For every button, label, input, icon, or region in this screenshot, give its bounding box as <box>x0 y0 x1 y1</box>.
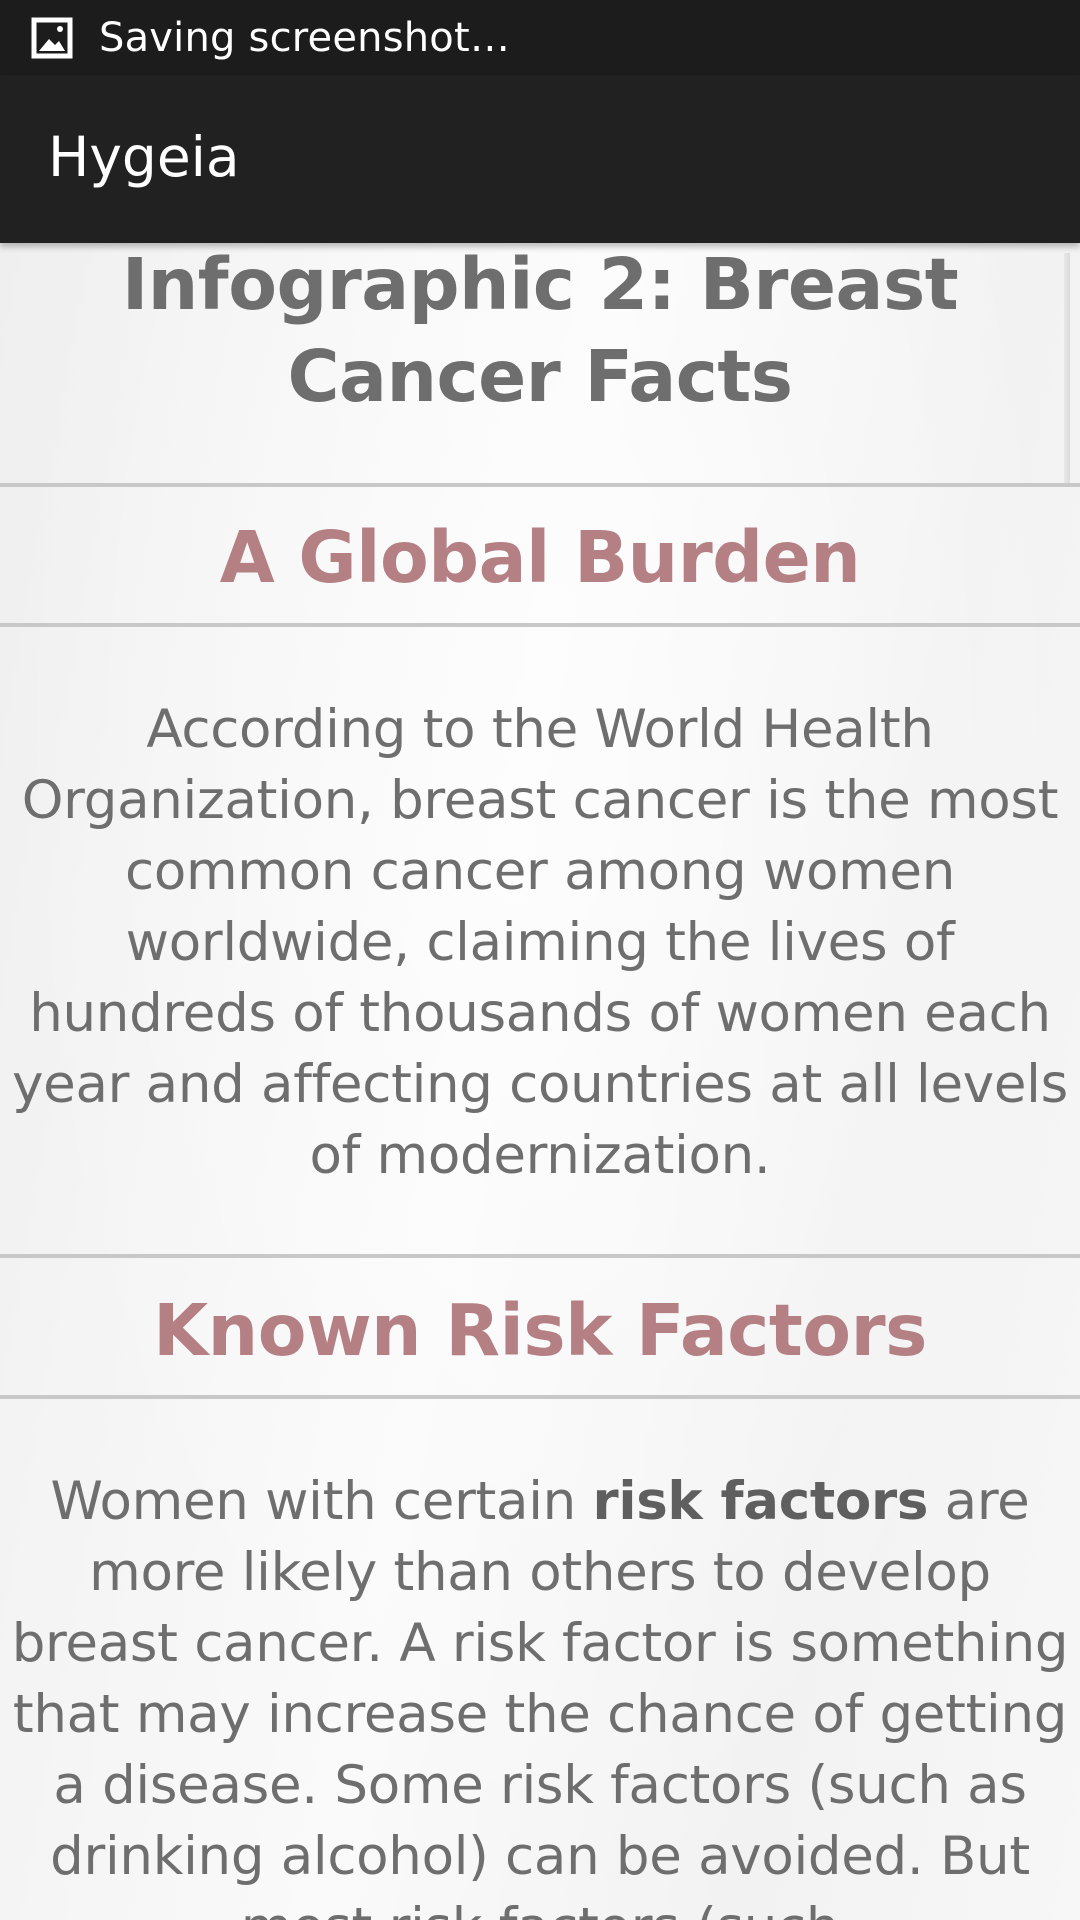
section-heading-risk-factors: Known Risk Factors <box>153 1289 927 1372</box>
status-bar: Saving screenshot… <box>0 0 1080 75</box>
page-title: Infographic 2: Breast Cancer Facts <box>121 243 959 418</box>
section-heading-global-burden: A Global Burden <box>219 516 861 599</box>
divider <box>0 623 1080 627</box>
divider <box>0 1395 1080 1399</box>
image-icon <box>31 17 73 58</box>
risk-text-start: Women with certain <box>50 1471 593 1532</box>
risk-factors-bold: risk factors <box>592 1471 929 1532</box>
scroll-content[interactable]: Infographic 2: Breast Cancer Facts A Glo… <box>0 243 1080 1920</box>
divider <box>0 483 1080 487</box>
status-notification-text: Saving screenshot… <box>99 14 511 61</box>
section-body-global-burden: According to the World Health Organizati… <box>12 699 1068 1186</box>
app-bar: Hygeia <box>0 75 1080 243</box>
divider <box>0 1254 1080 1258</box>
section-body-risk-factors: Women with certain risk factors are more… <box>0 1466 1080 1920</box>
risk-text-rest: are more likely than others to develop b… <box>11 1471 1069 1920</box>
app-title: Hygeia <box>48 125 240 189</box>
